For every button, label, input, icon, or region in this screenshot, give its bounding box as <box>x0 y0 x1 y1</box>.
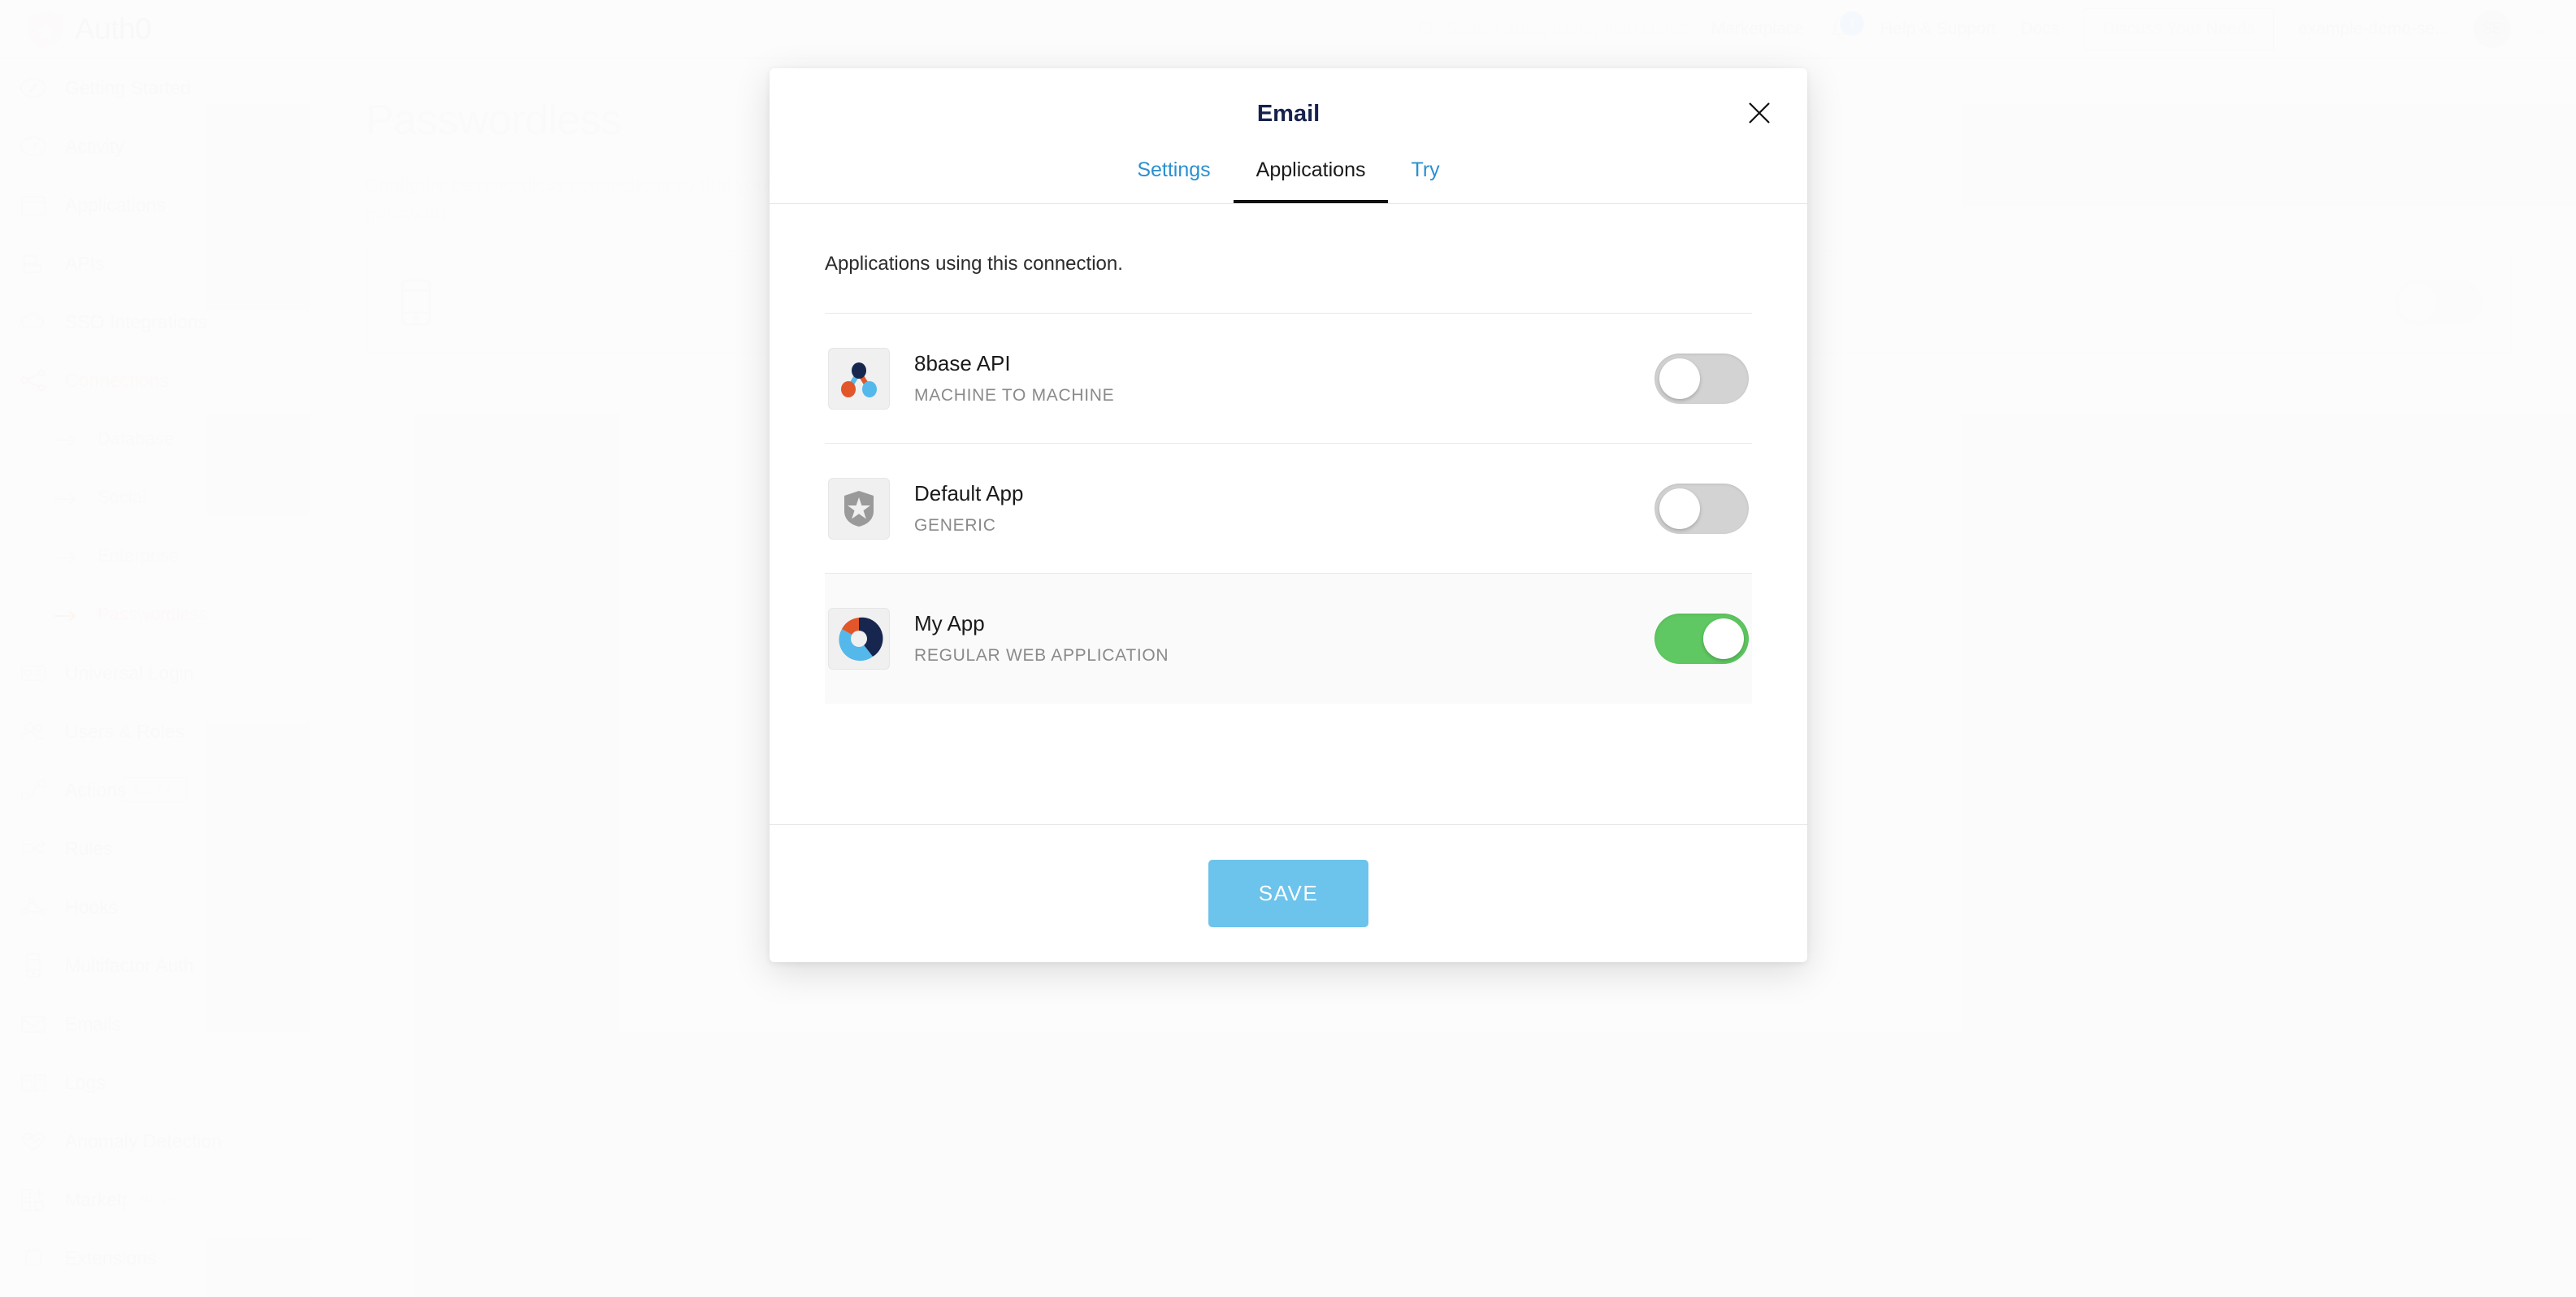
application-type: GENERIC <box>914 516 996 535</box>
modal-header: Email Settings Applications Try <box>770 68 1807 204</box>
tab-try[interactable]: Try <box>1388 158 1462 203</box>
table-row[interactable]: My App REGULAR WEB APPLICATION <box>825 574 1752 704</box>
application-toggle[interactable] <box>1654 483 1749 534</box>
application-name: My App <box>914 611 985 635</box>
application-info: 8base API MACHINE TO MACHINE <box>914 351 1114 406</box>
toggle-knob <box>1659 488 1700 529</box>
toggle-knob <box>1659 358 1700 399</box>
application-name: 8base API <box>914 351 1011 375</box>
donut-logo-icon <box>828 607 890 670</box>
8base-logo-icon <box>828 347 890 410</box>
application-name: Default App <box>914 481 1024 505</box>
modal-title: Email <box>1256 101 1321 127</box>
application-type: REGULAR WEB APPLICATION <box>914 646 1169 665</box>
application-info: My App REGULAR WEB APPLICATION <box>914 611 1169 666</box>
application-toggle[interactable] <box>1654 353 1749 404</box>
save-button[interactable]: SAVE <box>1208 860 1369 927</box>
connection-modal: Email Settings Applications Try Applicat… <box>770 68 1807 962</box>
modal-footer: SAVE <box>770 824 1807 962</box>
auth0-shield-icon <box>828 477 890 540</box>
screen-root: Auth0 Search apps, users, marketplac Mar… <box>0 0 2576 1297</box>
modal-tabs: Settings Applications Try <box>770 158 1807 204</box>
application-type: MACHINE TO MACHINE <box>914 386 1115 405</box>
toggle-knob <box>1703 618 1744 659</box>
modal-body: Applications using this connection. 8bas… <box>770 204 1807 824</box>
tab-applications[interactable]: Applications <box>1233 158 1389 203</box>
application-info: Default App GENERIC <box>914 481 1023 536</box>
close-icon[interactable] <box>1737 91 1781 135</box>
application-toggle[interactable] <box>1654 613 1749 664</box>
applications-list: 8base API MACHINE TO MACHINE Default App… <box>825 313 1752 704</box>
table-row[interactable]: Default App GENERIC <box>825 444 1752 574</box>
tab-settings[interactable]: Settings <box>1114 158 1233 203</box>
table-row[interactable]: 8base API MACHINE TO MACHINE <box>825 314 1752 444</box>
applications-note: Applications using this connection. <box>825 253 1123 275</box>
